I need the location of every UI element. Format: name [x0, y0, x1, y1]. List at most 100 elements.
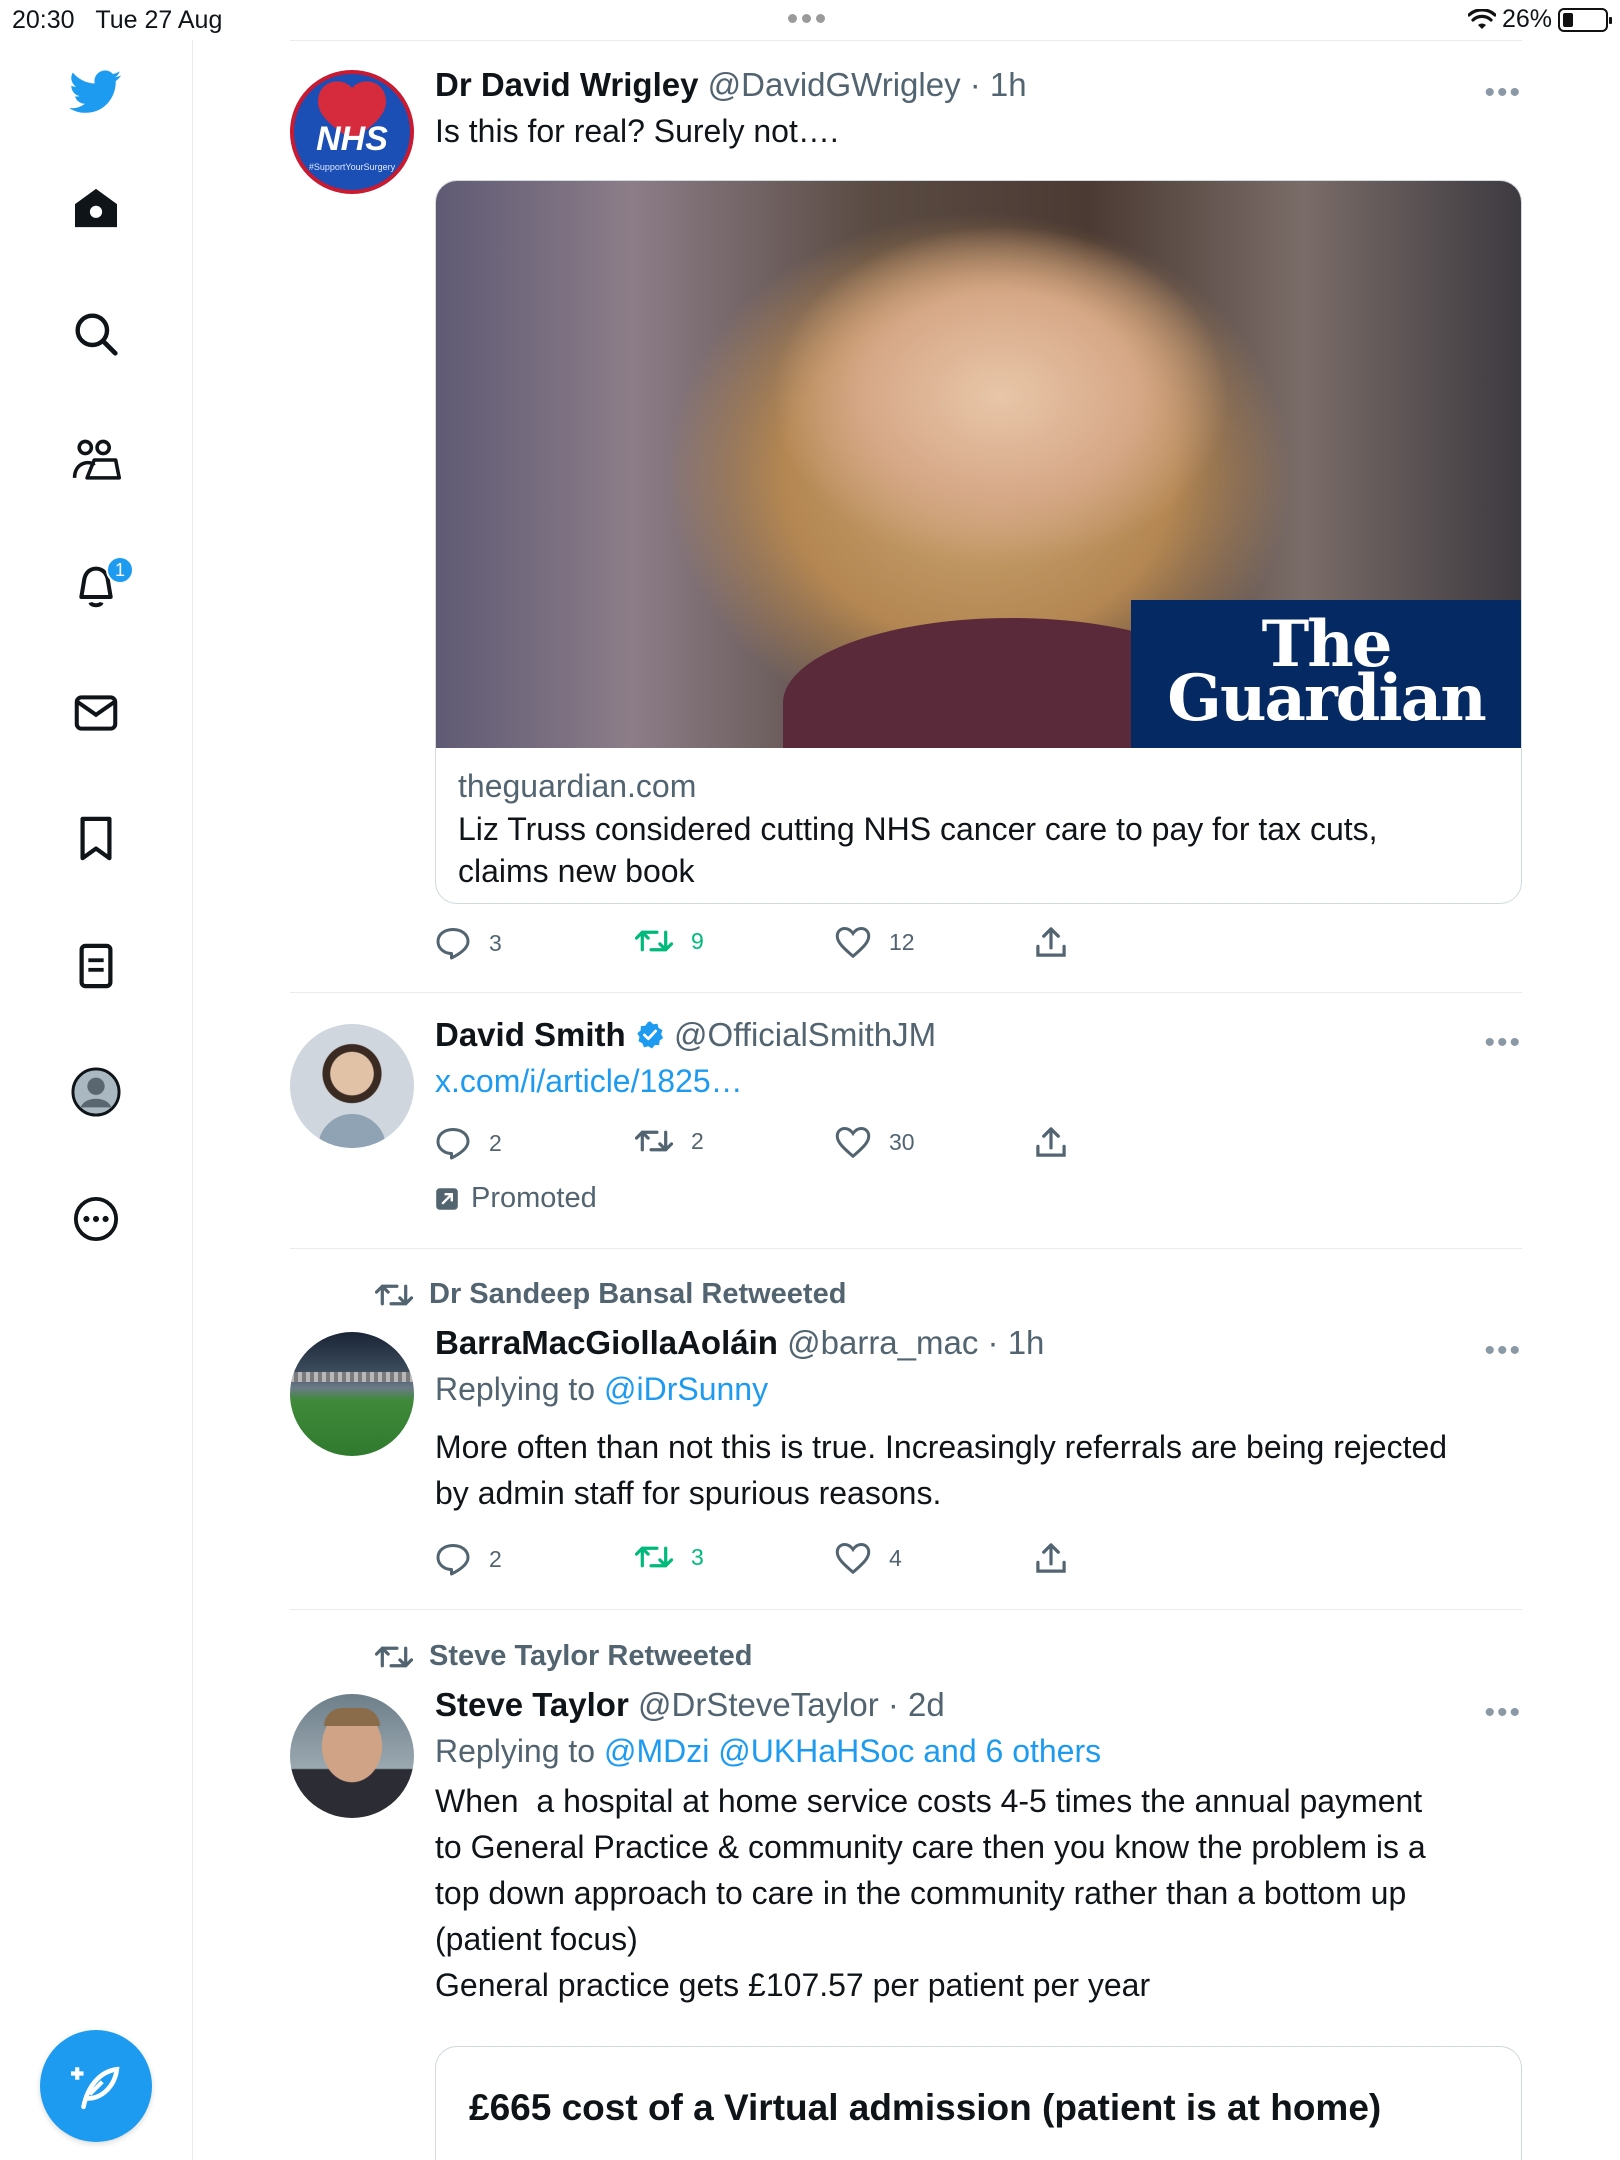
compose-tweet-button[interactable] — [40, 2030, 152, 2142]
author-handle[interactable]: @DrSteveTaylor — [638, 1686, 879, 1723]
nhs-avatar-graphic: NHS #SupportYourSurgery — [309, 81, 396, 172]
retweet-icon — [375, 1646, 413, 1667]
reply-button[interactable]: 2 — [435, 1126, 502, 1160]
retweet-icon — [375, 1284, 413, 1305]
retweet-icon — [635, 1130, 673, 1152]
image-card[interactable]: £665 cost of a Virtual admission (patien… — [435, 2046, 1522, 2160]
author-handle[interactable]: @DavidGWrigley — [708, 66, 961, 103]
notifications-badge: 1 — [106, 556, 134, 584]
tweet[interactable]: Steve Taylor Retweeted Steve Taylor @DrS… — [290, 1634, 1522, 2160]
tweet-text-line: General practice gets £107.57 per patien… — [435, 1967, 1151, 2003]
mention-link[interactable]: @MDzi @UKHaHSoc and 6 others — [604, 1733, 1101, 1769]
battery-percent: 26% — [1501, 5, 1552, 33]
mention-link[interactable]: @iDrSunny — [604, 1371, 768, 1407]
tweet-text: Is this for real? Surely not…. — [435, 113, 839, 149]
more-options-icon[interactable]: ••• — [1484, 76, 1522, 110]
reply-count: 2 — [489, 1129, 502, 1156]
more-options-icon[interactable]: ••• — [1484, 1026, 1522, 1060]
retweet-button[interactable]: 2 — [635, 1126, 704, 1156]
wifi-icon — [1467, 8, 1496, 29]
tweet-text-line: to General Practice & community care the… — [435, 1829, 1426, 1865]
tweet-time[interactable]: · 1h — [970, 66, 1027, 103]
author-handle[interactable]: @barra_mac — [787, 1324, 978, 1361]
author-name[interactable]: Dr David Wrigley — [435, 66, 698, 103]
reply-button[interactable]: 3 — [435, 926, 502, 960]
author-name[interactable]: Steve Taylor — [435, 1686, 629, 1723]
tweet-text-line: by admin staff for spurious reasons. — [435, 1475, 942, 1511]
reply-icon — [436, 1544, 470, 1576]
reply-icon — [436, 928, 470, 960]
retweet-context: Steve Taylor Retweeted — [375, 1640, 752, 1673]
article-link[interactable]: x.com/i/article/1825… — [435, 1058, 1522, 1104]
avatar[interactable] — [290, 1694, 414, 1818]
like-count: 12 — [889, 928, 915, 955]
lists-icon[interactable] — [66, 936, 126, 996]
retweet-context-text[interactable]: Dr Sandeep Bansal Retweeted — [429, 1278, 846, 1311]
like-count: 4 — [889, 1544, 902, 1571]
tweet-actions: 2 3 4 — [435, 1542, 1135, 1582]
author-name[interactable]: BarraMacGiollaAoláin — [435, 1324, 778, 1361]
author-handle[interactable]: @OfficialSmithJM — [674, 1016, 936, 1053]
tweet-time[interactable]: · 2d — [888, 1686, 945, 1723]
retweet-context-text[interactable]: Steve Taylor Retweeted — [429, 1640, 752, 1673]
sidebar-nav: 1 — [0, 40, 193, 2160]
article-image: The Guardian — [436, 181, 1521, 748]
compose-feather-icon — [71, 2066, 120, 2110]
retweet-count: 2 — [691, 1127, 704, 1154]
tweet[interactable]: Dr Sandeep Bansal Retweeted BarraMacGiol… — [290, 1272, 1522, 1608]
more-icon[interactable] — [66, 1189, 126, 1249]
twitter-bird-icon[interactable] — [66, 62, 126, 122]
like-button[interactable]: 4 — [835, 1542, 902, 1574]
retweet-button[interactable]: 3 — [635, 1542, 704, 1572]
tweet-text: When a hospital at home service costs 4-… — [435, 1778, 1522, 2008]
more-options-icon[interactable]: ••• — [1484, 1334, 1522, 1368]
share-icon — [1036, 927, 1066, 957]
share-button[interactable] — [1035, 926, 1067, 958]
messages-icon[interactable] — [66, 683, 126, 743]
home-icon[interactable] — [66, 178, 126, 238]
tweet[interactable]: David Smith @OfficialSmithJM ••• x.com/i… — [290, 1012, 1522, 1247]
retweet-count: 9 — [691, 927, 704, 954]
svg-text:NHS: NHS — [316, 120, 388, 158]
avatar[interactable] — [290, 1332, 414, 1456]
like-count: 30 — [889, 1128, 915, 1155]
more-options-icon[interactable]: ••• — [1484, 1696, 1522, 1730]
share-icon — [1036, 1127, 1066, 1157]
status-right: 26% — [1467, 5, 1612, 34]
retweet-button[interactable]: 9 — [635, 926, 704, 956]
search-icon[interactable] — [66, 304, 126, 364]
tweet-header: David Smith @OfficialSmithJM — [435, 1012, 1522, 1058]
tweet-header: Steve Taylor @DrSteveTaylor · 2d — [435, 1682, 1522, 1728]
verified-badge-icon — [637, 1021, 663, 1049]
heart-icon — [835, 1542, 871, 1574]
retweet-icon — [635, 1546, 673, 1568]
avatar[interactable]: NHS #SupportYourSurgery — [290, 70, 414, 194]
like-button[interactable]: 30 — [835, 1126, 915, 1158]
promoted-label: Promoted — [435, 1182, 597, 1215]
retweet-context: Dr Sandeep Bansal Retweeted — [375, 1278, 846, 1311]
tweet-time[interactable]: · 1h — [988, 1324, 1045, 1361]
like-button[interactable]: 12 — [835, 926, 915, 958]
reply-button[interactable]: 2 — [435, 1542, 502, 1576]
avatar[interactable] — [290, 1024, 414, 1148]
share-button[interactable] — [1035, 1542, 1067, 1574]
communities-icon[interactable] — [66, 430, 126, 490]
tweet[interactable]: NHS #SupportYourSurgery Dr David Wrigley… — [290, 62, 1522, 992]
battery-icon — [1558, 7, 1612, 32]
notifications-icon[interactable]: 1 — [66, 556, 134, 616]
retweet-icon — [635, 930, 673, 952]
tweet-actions: 3 9 12 — [435, 926, 1135, 966]
tweet-text-line: More often than not this is true. Increa… — [435, 1429, 1448, 1465]
profile-icon[interactable] — [66, 1062, 126, 1122]
divider — [290, 992, 1522, 993]
heart-icon — [835, 1126, 871, 1158]
share-button[interactable] — [1035, 1126, 1067, 1158]
author-name[interactable]: David Smith — [435, 1016, 626, 1053]
multitasking-dots[interactable] — [788, 14, 825, 23]
link-card[interactable]: The Guardian theguardian.com Liz Truss c… — [435, 180, 1522, 904]
divider — [290, 40, 1522, 41]
status-time-date: 20:30 Tue 27 Aug — [12, 6, 223, 34]
bookmarks-icon[interactable] — [66, 809, 126, 869]
tweet-header: BarraMacGiollaAoláin @barra_mac · 1h — [435, 1320, 1522, 1366]
card-title-line: Liz Truss considered cutting NHS cancer … — [458, 811, 1378, 847]
